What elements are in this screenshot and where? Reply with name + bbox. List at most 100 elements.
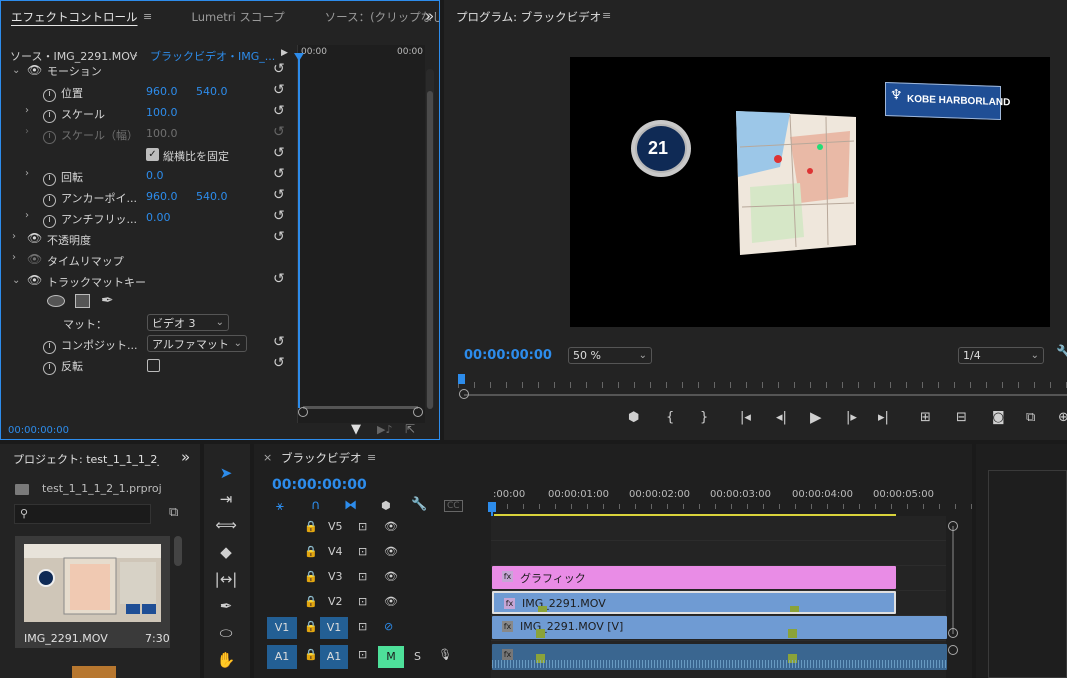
project-search-input[interactable]: ⚲ [14, 504, 151, 524]
program-playhead[interactable] [458, 374, 465, 384]
ripple-edit-icon[interactable]: ⟺ [212, 514, 240, 536]
program-timecode[interactable]: 00:00:00:00 [464, 348, 552, 363]
track-label-v2[interactable]: V2 [328, 595, 343, 608]
position-y-value[interactable]: 540.0 [196, 85, 228, 98]
go-to-in-icon[interactable]: |◂ [740, 410, 751, 425]
sync-lock-icon[interactable]: ⊡ [358, 648, 367, 661]
hand-tool-icon[interactable]: ✋ [212, 649, 240, 671]
composite-dropdown[interactable]: アルファマット ⌄ [147, 335, 247, 352]
expand-chevron-icon[interactable]: › [25, 210, 29, 221]
next-clip-thumbnail[interactable] [72, 666, 116, 678]
ellipse-tool-icon[interactable]: ⬭ [212, 622, 240, 644]
reset-icon[interactable]: ↺ [273, 103, 285, 119]
sync-lock-icon[interactable]: ⊡ [358, 520, 367, 533]
track-label-v3[interactable]: V3 [328, 570, 343, 583]
track-label-v5[interactable]: V5 [328, 520, 343, 533]
panel-menu-icon[interactable]: ≡ [143, 10, 152, 23]
solo-button[interactable]: S [414, 650, 421, 663]
tab-effect-controls[interactable]: エフェクトコントロール [11, 9, 138, 25]
mark-in-icon[interactable]: { [666, 410, 674, 425]
track-matte-section[interactable]: ⌄ 👁 トラックマットキー ↺ [1, 270, 296, 291]
wrench-icon[interactable]: 🔧 [411, 497, 427, 512]
selection-tool-icon[interactable]: ➤ [212, 462, 240, 484]
graphic-clip-v3[interactable]: fx グラフィック [492, 566, 896, 589]
project-scrollbar[interactable] [174, 536, 182, 566]
eye-hidden-icon[interactable]: ⊘ [384, 620, 393, 633]
lock-icon[interactable]: 🔒 [304, 545, 318, 558]
razor-icon[interactable]: ◆ [212, 541, 240, 563]
reset-icon[interactable]: ↺ [273, 145, 285, 161]
reverse-checkbox[interactable] [147, 359, 160, 372]
timeline-ruler[interactable]: :00:00 00:00:01:00 00:00:02:00 00:00:03:… [491, 484, 972, 514]
effects-timecode[interactable]: 00:00:00:00 [8, 425, 69, 436]
pen-tool-icon[interactable]: ✒ [212, 595, 240, 617]
source-patch-a1[interactable]: A1 [267, 645, 297, 669]
timeline-playhead-handle[interactable] [488, 502, 496, 512]
pen-mask-icon[interactable]: ✒ [101, 291, 114, 309]
reset-icon[interactable]: ↺ [273, 187, 285, 203]
extract-icon[interactable]: ⊟ [956, 410, 967, 425]
eye-icon[interactable]: 👁 [27, 231, 42, 245]
keyframe-marker[interactable] [538, 606, 547, 612]
scroll-handle-left[interactable] [459, 389, 469, 399]
lock-icon[interactable]: 🔒 [304, 520, 318, 533]
track-label-v4[interactable]: V4 [328, 545, 343, 558]
program-time-ruler[interactable] [458, 376, 1067, 388]
expand-chevron-icon[interactable]: › [25, 105, 29, 116]
program-scrollbar[interactable] [464, 394, 1067, 396]
mute-button[interactable]: M [378, 646, 404, 668]
keyframe-marker[interactable] [536, 629, 545, 638]
scroll-handle-left[interactable] [298, 407, 308, 417]
panel-menu-icon[interactable]: ≡ [602, 9, 611, 22]
track-label-v1[interactable]: V1 [320, 617, 348, 639]
track-label-a1[interactable]: A1 [320, 645, 348, 669]
wrench-icon[interactable]: 🔧 [1056, 345, 1067, 361]
resolution-dropdown[interactable]: 1/4 ⌄ [958, 347, 1044, 364]
stopwatch-icon[interactable] [43, 215, 56, 228]
timeline-timecode[interactable]: 00:00:00:00 [272, 477, 367, 493]
keyframe-marker[interactable] [788, 629, 797, 638]
track-select-icon[interactable]: ⇥ [212, 488, 240, 510]
panel-overflow-icon[interactable]: » [425, 7, 434, 25]
eye-icon[interactable]: 👁 [384, 545, 398, 558]
time-remap-section[interactable]: › 👁 タイムリマップ [1, 249, 296, 270]
timeline-vertical-scrollbar[interactable] [952, 526, 954, 634]
lift-icon[interactable]: ⊞ [920, 410, 931, 425]
clip-thumbnail-card[interactable]: IMG_2291.MOV 7:30 [15, 536, 170, 648]
scroll-handle-top[interactable] [948, 521, 958, 531]
reset-icon[interactable]: ↺ [273, 334, 285, 350]
sync-lock-icon[interactable]: ⊡ [358, 620, 367, 633]
reset-icon[interactable]: ↺ [273, 61, 285, 77]
lock-icon[interactable]: 🔒 [304, 620, 318, 633]
reset-icon[interactable]: ↺ [273, 229, 285, 245]
expand-chevron-icon[interactable]: ⌄ [12, 275, 20, 286]
eye-icon[interactable]: 👁 [384, 570, 398, 583]
matte-dropdown[interactable]: ビデオ 3 ⌄ [147, 314, 229, 331]
keyframe-marker[interactable] [790, 606, 799, 612]
lock-icon[interactable]: 🔒 [304, 595, 318, 608]
reset-icon[interactable]: ↺ [273, 82, 285, 98]
add-marker-icon[interactable]: ⬢ [628, 410, 639, 425]
chevron-down-icon[interactable]: ⌄ [131, 49, 139, 60]
panel-menu-icon[interactable]: ≡ [367, 451, 376, 464]
new-bin-icon[interactable]: ⧉ [169, 505, 178, 520]
zoom-dropdown[interactable]: 50 % ⌄ [568, 347, 652, 364]
play-icon[interactable]: ▶ [810, 408, 822, 426]
filter-icon[interactable]: ▼ [351, 422, 361, 437]
vertical-scrollbar[interactable] [426, 69, 434, 409]
mini-scroll-bar[interactable] [303, 406, 418, 409]
nest-toggle-icon[interactable]: ⚹ [276, 499, 284, 514]
eye-icon[interactable]: 👁 [384, 595, 398, 608]
play-triangle-icon[interactable]: ▶ [281, 48, 288, 58]
export-icon[interactable]: ⇱ [405, 422, 415, 436]
step-forward-icon[interactable]: |▸ [846, 410, 857, 425]
stopwatch-icon[interactable] [43, 173, 56, 186]
ellipse-mask-icon[interactable] [47, 295, 65, 307]
program-title[interactable]: プログラム: ブラックビデオ [456, 9, 601, 25]
reset-icon[interactable]: ↺ [273, 355, 285, 371]
compare-view-icon[interactable]: ⧉ [1026, 410, 1035, 425]
sync-lock-icon[interactable]: ⊡ [358, 595, 367, 608]
rotation-value[interactable]: 0.0 [146, 169, 164, 182]
expand-chevron-icon[interactable]: › [25, 126, 29, 137]
panel-overflow-icon[interactable]: » [181, 448, 190, 466]
